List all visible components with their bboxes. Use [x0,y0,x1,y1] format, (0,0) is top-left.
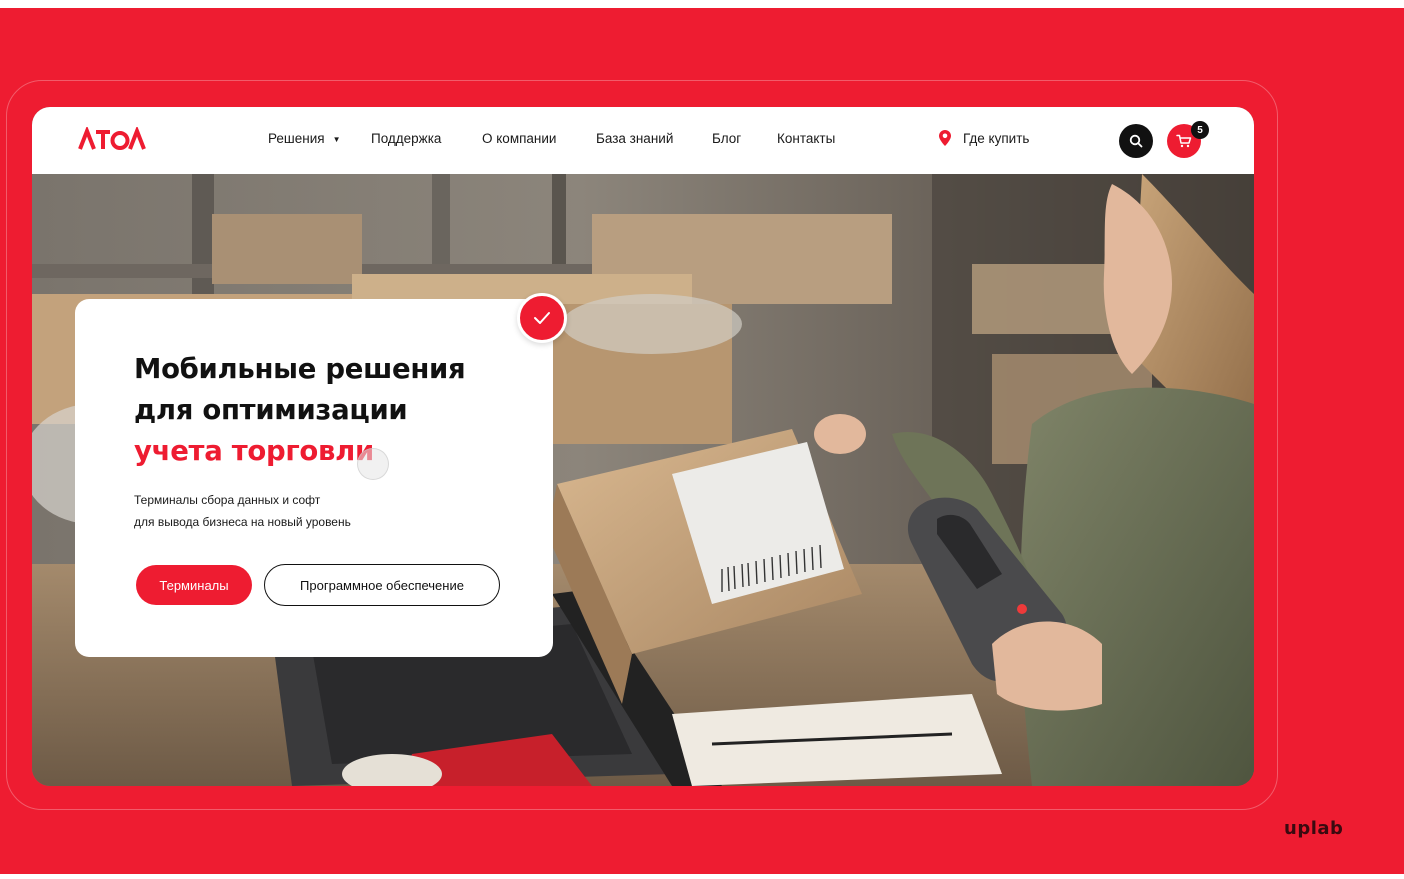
hero-title-accent: учета торговли [134,435,374,467]
cart-count-badge: 5 [1191,121,1209,139]
nav-item-label: Поддержка [371,131,442,146]
nav-item-label: О компании [482,131,557,146]
caret-down-icon: ▼ [332,134,341,144]
checkmark-icon [534,312,550,324]
nav-item-about[interactable]: О компании [482,131,556,146]
software-button[interactable]: Программное обеспечение [264,564,500,606]
terminals-button[interactable]: Терминалы [136,565,252,605]
site-header: Решения ▼ Поддержка О компании База знани… [32,107,1254,174]
search-icon [1129,134,1143,148]
website-mockup: Решения ▼ Поддержка О компании База знани… [32,107,1254,786]
hero-title: Мобильные решения для оптимизации учета … [134,349,534,472]
where-to-buy-link[interactable]: Где купить [938,129,1029,147]
hero-title-line-2: для оптимизации [134,394,408,426]
nav-item-label: Блог [712,131,742,146]
hero-subtitle-line-1: Терминалы сбора данных и софт [134,493,321,507]
search-button[interactable] [1119,124,1153,158]
hero-subtitle-line-2: для вывода бизнеса на новый уровень [134,515,351,529]
presentation-canvas: uplab Решения ▼ Поддержка О компании Баз… [0,0,1404,879]
nav-item-label: База знаний [596,131,674,146]
nav-item-support[interactable]: Поддержка [371,131,441,146]
hero-card: Мобильные решения для оптимизации учета … [75,299,553,657]
hero-subtitle: Терминалы сбора данных и софт для вывода… [134,489,464,533]
atol-logo[interactable] [78,125,148,159]
where-to-buy-label: Где купить [963,130,1030,146]
footer-brand: uplab [1284,818,1344,839]
nav-item-blog[interactable]: Блог [712,131,741,146]
hero-title-line-1: Мобильные решения [134,353,466,385]
nav-item-label: Решения [268,131,325,146]
check-badge [517,293,567,343]
nav-item-knowledge-base[interactable]: База знаний [596,131,673,146]
nav-item-label: Контакты [777,131,836,146]
atol-logo-image [78,125,146,150]
nav-item-contacts[interactable]: Контакты [777,131,835,146]
cursor-indicator [357,448,389,480]
cart-icon [1176,134,1192,148]
nav-item-solutions[interactable]: Решения ▼ [268,131,341,146]
location-pin-icon [939,130,951,146]
